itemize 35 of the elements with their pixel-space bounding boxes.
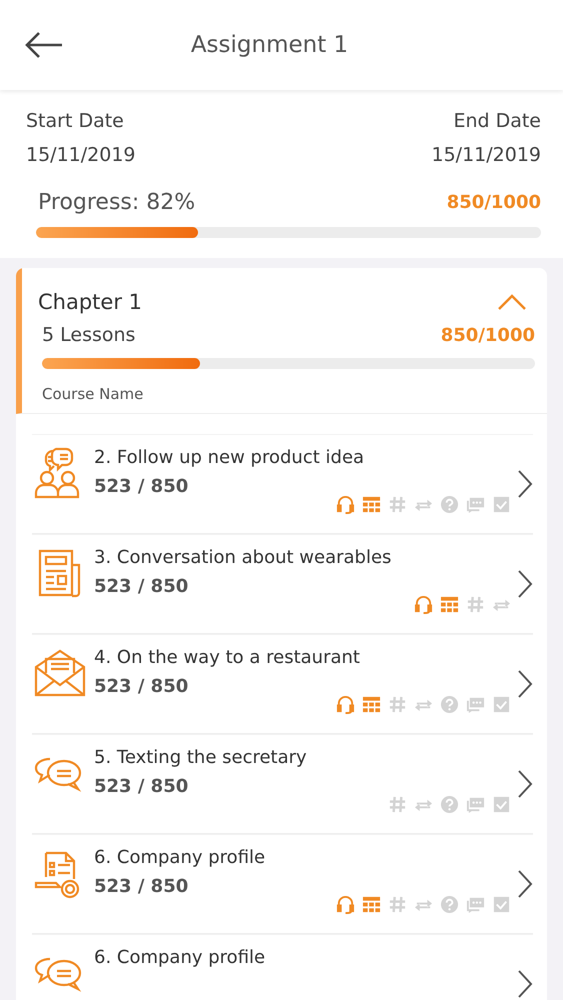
chevron-right-icon[interactable]: [517, 469, 533, 499]
page-title: Assignment 1: [190, 32, 350, 58]
end-date-label: End Date: [453, 110, 541, 132]
lesson-title: 6. Company profile: [94, 847, 266, 868]
back-arrow-icon[interactable]: [24, 31, 64, 59]
lesson-score: 523 / 850: [94, 676, 190, 697]
lesson-title: 6. Company profile: [94, 947, 266, 968]
start-date-label: Start Date: [26, 110, 125, 132]
lesson-score: 523 / 850: [94, 476, 190, 497]
chevron-right-icon[interactable]: [517, 869, 533, 899]
end-date-value: 15/11/2019: [431, 144, 541, 166]
lesson-title: 3. Conversation about wearables: [94, 547, 392, 568]
chevron-right-icon[interactable]: [517, 969, 533, 999]
start-date-value: 15/11/2019: [26, 144, 136, 166]
lesson-row[interactable]: 6. Company profile 523 / 850: [32, 834, 533, 934]
progress-label: Progress: 82%: [38, 190, 196, 215]
lessons-count: 5 Lessons: [42, 324, 136, 346]
lesson-row[interactable]: 5. Texting the secretary 523 / 850: [32, 734, 533, 834]
lesson-row[interactable]: 2. Follow up new product idea 523 / 850: [32, 434, 533, 534]
lesson-title: 5. Texting the secretary: [94, 747, 308, 768]
chapter-title: Chapter 1: [38, 290, 142, 314]
lesson-score: 523 / 850: [94, 576, 190, 597]
lesson-score: 523 / 850: [94, 876, 190, 897]
chapter-score: 850/1000: [440, 324, 535, 346]
lesson-row[interactable]: 6. Company profile: [32, 934, 533, 1000]
chevron-right-icon[interactable]: [517, 769, 533, 799]
chevron-right-icon[interactable]: [517, 569, 533, 599]
chevron-right-icon[interactable]: [517, 669, 533, 699]
lesson-title: 4. On the way to a restaurant: [94, 647, 361, 668]
progress-score: 850/1000: [446, 192, 541, 213]
lesson-title: 2. Follow up new product idea: [94, 447, 366, 468]
course-name: Course Name: [41, 384, 144, 403]
lesson-score: 523 / 850: [94, 776, 190, 797]
lesson-row[interactable]: 3. Conversation about wearables 523 / 850: [32, 534, 533, 634]
lesson-row[interactable]: 4. On the way to a restaurant 523 / 850: [32, 634, 533, 734]
